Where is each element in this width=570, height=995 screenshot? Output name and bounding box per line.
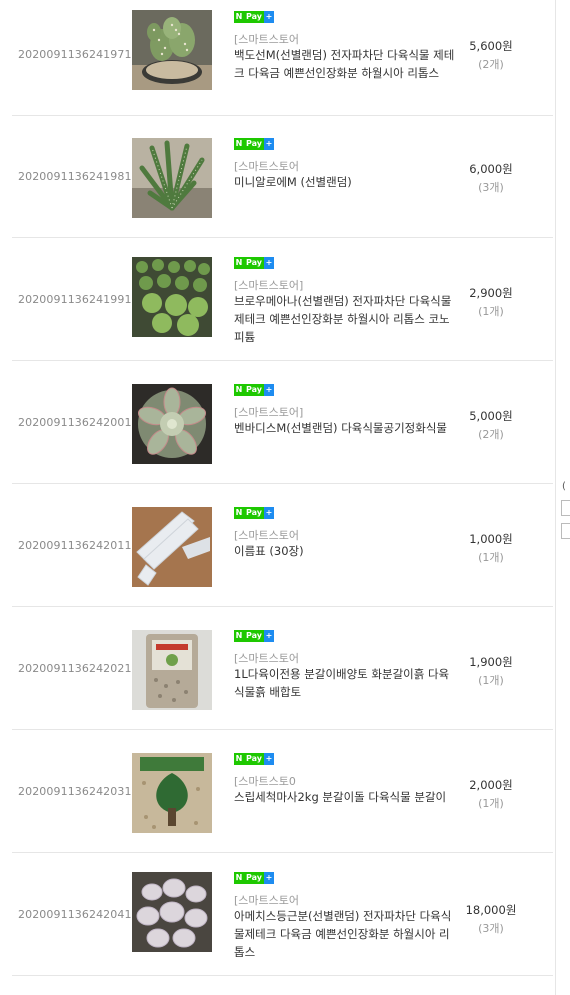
order-number[interactable]: 2020091136241981 bbox=[18, 116, 132, 237]
quantity: (1개) bbox=[478, 551, 504, 564]
product-name[interactable]: 백도선M(선별랜덤) 전자파차단 다육식물 제테크 다육금 예쁜선인장화분 하월… bbox=[234, 46, 459, 82]
order-number[interactable]: 2020091136242021 bbox=[18, 608, 132, 729]
product-thumbnail[interactable] bbox=[132, 872, 212, 952]
store-label: [스마트스토어 bbox=[234, 652, 300, 665]
product-info: N Pay + [스마트스토어] 벤바디스M(선별랜덤) 다육식물공기정화식물 bbox=[234, 384, 459, 437]
product-name[interactable]: 1L다육이전용 분갈이배양토 화분갈이흙 다육식물흙 배합토 bbox=[234, 665, 459, 701]
order-number[interactable]: 2020091136242041 bbox=[18, 854, 132, 975]
product-thumbnail[interactable] bbox=[132, 630, 212, 710]
plus-icon: + bbox=[264, 630, 275, 642]
price-value: 2,000원 bbox=[469, 778, 513, 792]
store-label: [스마트스토어] bbox=[234, 406, 304, 419]
npay-badge: N Pay + bbox=[234, 11, 275, 23]
order-number[interactable]: 2020091136241971 bbox=[18, 0, 132, 115]
product-info: N Pay + [스마트스토0 스립세척마사2kg 분갈이돌 다육식물 분갈이 bbox=[234, 753, 459, 806]
store-label: [스마트스토어 bbox=[234, 160, 300, 173]
quantity: (3개) bbox=[478, 922, 504, 935]
quantity: (3개) bbox=[478, 181, 504, 194]
product-info: N Pay + [스마트스토어 1L다육이전용 분갈이배양토 화분갈이흙 다육식물흙… bbox=[234, 630, 459, 701]
order-number[interactable]: 2020091136242011 bbox=[18, 485, 132, 606]
store-label: [스마트스토어 bbox=[234, 33, 300, 46]
quantity: (2개) bbox=[478, 428, 504, 441]
item-price: 6,000원 (3개) bbox=[456, 161, 526, 195]
item-price: 1,000원 (1개) bbox=[456, 531, 526, 565]
quantity: (1개) bbox=[478, 305, 504, 318]
price-value: 1,900원 bbox=[469, 655, 513, 669]
npay-badge: N Pay + bbox=[234, 507, 275, 519]
npay-badge: N Pay + bbox=[234, 753, 275, 765]
product-info: N Pay + [스마트스토어 아메치스등근분(선별랜덤) 전자파차단 다육식물제테… bbox=[234, 872, 459, 961]
price-value: 5,600원 bbox=[469, 39, 513, 53]
product-thumbnail[interactable] bbox=[132, 384, 212, 464]
plus-icon: + bbox=[264, 138, 275, 150]
price-value: 6,000원 bbox=[469, 162, 513, 176]
price-value: 18,000원 bbox=[465, 903, 517, 917]
quantity: (1개) bbox=[478, 674, 504, 687]
plus-icon: + bbox=[264, 753, 275, 765]
item-price: 1,900원 (1개) bbox=[456, 654, 526, 688]
store-label: [스마트스토0 bbox=[234, 775, 296, 788]
product-name[interactable]: 벤바디스M(선별랜덤) 다육식물공기정화식물 bbox=[234, 419, 459, 437]
side-panel-button[interactable] bbox=[561, 523, 570, 539]
product-name[interactable]: 스립세척마사2kg 분갈이돌 다육식물 분갈이 bbox=[234, 788, 459, 806]
product-info: N Pay + [스마트스토어 백도선M(선별랜덤) 전자파차단 다육식물 제테크 … bbox=[234, 11, 459, 82]
npay-badge: N Pay + bbox=[234, 257, 275, 269]
order-row: 2020091136242041 N Pay + [스마트스토어 아메치스등근분(선… bbox=[12, 854, 553, 976]
item-price: 2,000원 (1개) bbox=[456, 777, 526, 811]
product-thumbnail[interactable] bbox=[132, 753, 212, 833]
product-info: N Pay + [스마트스토어] 브로우메아나(선별랜덤) 전자파차단 다육식물제테… bbox=[234, 257, 459, 346]
product-name[interactable]: 브로우메아나(선별랜덤) 전자파차단 다육식물제테크 예쁜선인장화분 하월시아 … bbox=[234, 292, 459, 346]
product-name[interactable]: 이름표 (30장) bbox=[234, 542, 459, 560]
quantity: (2개) bbox=[478, 58, 504, 71]
item-price: 18,000원 (3개) bbox=[456, 902, 526, 936]
plus-icon: + bbox=[264, 507, 275, 519]
plus-icon: + bbox=[264, 257, 275, 269]
product-name[interactable]: 미니알로에M (선별랜덤) bbox=[234, 173, 459, 191]
plus-icon: + bbox=[264, 384, 275, 396]
price-value: 5,000원 bbox=[469, 409, 513, 423]
order-number[interactable]: 2020091136242031 bbox=[18, 731, 132, 852]
product-name[interactable]: 아메치스등근분(선별랜덤) 전자파차단 다육식물제테크 다육금 예쁜선인장화분 … bbox=[234, 907, 459, 961]
order-number[interactable]: 2020091136241991 bbox=[18, 239, 132, 360]
npay-badge: N Pay + bbox=[234, 138, 275, 150]
item-price: 2,900원 (1개) bbox=[456, 285, 526, 319]
order-row: 2020091136242021 N Pay + [스마트스토어 1L다육이전용 분… bbox=[12, 608, 553, 730]
npay-badge: N Pay + bbox=[234, 872, 275, 884]
product-thumbnail[interactable] bbox=[132, 507, 212, 587]
product-info: N Pay + [스마트스토어 미니알로에M (선별랜덤) bbox=[234, 138, 459, 191]
npay-badge: N Pay + bbox=[234, 384, 275, 396]
order-row: 2020091136242011 N Pay + [스마트스토어 이름표 (30장)… bbox=[12, 485, 553, 607]
order-row: 2020091136242001 N Pay + [스마트스토어] 벤바디스M(선별… bbox=[12, 362, 553, 484]
store-label: [스마트스토어 bbox=[234, 894, 300, 907]
order-row: 2020091136242031 N Pay + [스마트스토0 스립세척마사2kg… bbox=[12, 731, 553, 853]
product-thumbnail[interactable] bbox=[132, 138, 212, 218]
order-row: 2020091136241971 N Pay + [스마트스토어 백도선M(선별… bbox=[12, 0, 553, 116]
item-price: 5,600원 (2개) bbox=[456, 38, 526, 72]
order-row: 2020091136241981 N Pay + [스마트스토어 미니알로에M (선… bbox=[12, 116, 553, 238]
store-label: [스마트스토어 bbox=[234, 529, 300, 542]
product-thumbnail[interactable] bbox=[132, 257, 212, 337]
side-panel-text: ( bbox=[562, 481, 566, 492]
product-info: N Pay + [스마트스토어 이름표 (30장) bbox=[234, 507, 459, 560]
plus-icon: + bbox=[264, 11, 275, 23]
order-number[interactable]: 2020091136242001 bbox=[18, 362, 132, 483]
price-value: 2,900원 bbox=[469, 286, 513, 300]
order-row: 2020091136241991 N Pay + [스마트스토어] 브로우메아나(선… bbox=[12, 239, 553, 361]
npay-badge: N Pay + bbox=[234, 630, 275, 642]
quantity: (1개) bbox=[478, 797, 504, 810]
product-thumbnail[interactable] bbox=[132, 10, 212, 90]
store-label: [스마트스토어] bbox=[234, 279, 304, 292]
item-price: 5,000원 (2개) bbox=[456, 408, 526, 442]
price-value: 1,000원 bbox=[469, 532, 513, 546]
side-panel bbox=[556, 0, 570, 995]
side-panel-button[interactable] bbox=[561, 500, 570, 516]
plus-icon: + bbox=[264, 872, 275, 884]
